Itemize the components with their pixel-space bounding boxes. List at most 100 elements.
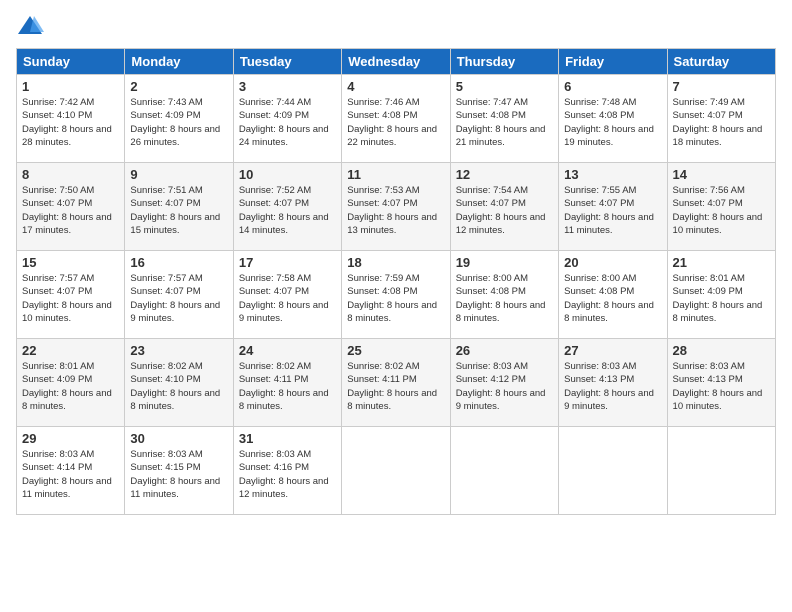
day-info: Sunrise: 8:00 AM Sunset: 4:08 PM Dayligh… [564, 272, 661, 325]
calendar: SundayMondayTuesdayWednesdayThursdayFrid… [16, 48, 776, 515]
day-number: 30 [130, 431, 227, 446]
sunset: Sunset: 4:07 PM [673, 198, 743, 209]
sunset: Sunset: 4:10 PM [130, 374, 200, 385]
day-number: 18 [347, 255, 444, 270]
daylight: Daylight: 8 hours and 8 minutes. [130, 388, 220, 412]
weekday-header-wednesday: Wednesday [342, 49, 450, 75]
day-number: 29 [22, 431, 119, 446]
week-row-2: 8 Sunrise: 7:50 AM Sunset: 4:07 PM Dayli… [17, 163, 776, 251]
day-number: 7 [673, 79, 770, 94]
day-cell: 6 Sunrise: 7:48 AM Sunset: 4:08 PM Dayli… [559, 75, 667, 163]
day-cell: 24 Sunrise: 8:02 AM Sunset: 4:11 PM Dayl… [233, 339, 341, 427]
daylight: Daylight: 8 hours and 8 minutes. [347, 300, 437, 324]
sunset: Sunset: 4:07 PM [239, 286, 309, 297]
day-number: 26 [456, 343, 553, 358]
day-number: 23 [130, 343, 227, 358]
daylight: Daylight: 8 hours and 8 minutes. [239, 388, 329, 412]
day-cell: 29 Sunrise: 8:03 AM Sunset: 4:14 PM Dayl… [17, 427, 125, 515]
day-number: 25 [347, 343, 444, 358]
sunset: Sunset: 4:07 PM [130, 198, 200, 209]
daylight: Daylight: 8 hours and 21 minutes. [456, 124, 546, 148]
sunset: Sunset: 4:11 PM [347, 374, 417, 385]
logo [16, 12, 48, 40]
day-info: Sunrise: 8:03 AM Sunset: 4:13 PM Dayligh… [564, 360, 661, 413]
sunset: Sunset: 4:07 PM [239, 198, 309, 209]
day-info: Sunrise: 7:43 AM Sunset: 4:09 PM Dayligh… [130, 96, 227, 149]
day-info: Sunrise: 8:03 AM Sunset: 4:16 PM Dayligh… [239, 448, 336, 501]
day-cell: 20 Sunrise: 8:00 AM Sunset: 4:08 PM Dayl… [559, 251, 667, 339]
page: SundayMondayTuesdayWednesdayThursdayFrid… [0, 0, 792, 612]
weekday-header-row: SundayMondayTuesdayWednesdayThursdayFrid… [17, 49, 776, 75]
sunset: Sunset: 4:07 PM [456, 198, 526, 209]
day-info: Sunrise: 7:54 AM Sunset: 4:07 PM Dayligh… [456, 184, 553, 237]
sunrise: Sunrise: 8:00 AM [456, 273, 528, 284]
day-number: 8 [22, 167, 119, 182]
sunset: Sunset: 4:09 PM [130, 110, 200, 121]
sunrise: Sunrise: 7:49 AM [673, 97, 745, 108]
day-number: 9 [130, 167, 227, 182]
day-info: Sunrise: 7:56 AM Sunset: 4:07 PM Dayligh… [673, 184, 770, 237]
day-cell: 9 Sunrise: 7:51 AM Sunset: 4:07 PM Dayli… [125, 163, 233, 251]
day-cell: 10 Sunrise: 7:52 AM Sunset: 4:07 PM Dayl… [233, 163, 341, 251]
sunrise: Sunrise: 8:02 AM [347, 361, 419, 372]
day-cell: 14 Sunrise: 7:56 AM Sunset: 4:07 PM Dayl… [667, 163, 775, 251]
sunrise: Sunrise: 8:03 AM [673, 361, 745, 372]
day-number: 3 [239, 79, 336, 94]
day-number: 15 [22, 255, 119, 270]
weekday-header-tuesday: Tuesday [233, 49, 341, 75]
day-cell: 30 Sunrise: 8:03 AM Sunset: 4:15 PM Dayl… [125, 427, 233, 515]
day-info: Sunrise: 8:01 AM Sunset: 4:09 PM Dayligh… [22, 360, 119, 413]
sunrise: Sunrise: 8:03 AM [239, 449, 311, 460]
sunrise: Sunrise: 7:52 AM [239, 185, 311, 196]
day-info: Sunrise: 7:48 AM Sunset: 4:08 PM Dayligh… [564, 96, 661, 149]
sunrise: Sunrise: 8:03 AM [564, 361, 636, 372]
header [16, 12, 776, 40]
sunset: Sunset: 4:08 PM [564, 286, 634, 297]
day-cell: 18 Sunrise: 7:59 AM Sunset: 4:08 PM Dayl… [342, 251, 450, 339]
sunrise: Sunrise: 8:02 AM [130, 361, 202, 372]
daylight: Daylight: 8 hours and 9 minutes. [239, 300, 329, 324]
daylight: Daylight: 8 hours and 28 minutes. [22, 124, 112, 148]
daylight: Daylight: 8 hours and 11 minutes. [130, 476, 220, 500]
daylight: Daylight: 8 hours and 8 minutes. [564, 300, 654, 324]
day-info: Sunrise: 8:02 AM Sunset: 4:10 PM Dayligh… [130, 360, 227, 413]
day-info: Sunrise: 7:57 AM Sunset: 4:07 PM Dayligh… [130, 272, 227, 325]
sunset: Sunset: 4:07 PM [22, 286, 92, 297]
sunset: Sunset: 4:16 PM [239, 462, 309, 473]
day-cell: 15 Sunrise: 7:57 AM Sunset: 4:07 PM Dayl… [17, 251, 125, 339]
sunset: Sunset: 4:09 PM [673, 286, 743, 297]
sunrise: Sunrise: 7:54 AM [456, 185, 528, 196]
day-cell: 2 Sunrise: 7:43 AM Sunset: 4:09 PM Dayli… [125, 75, 233, 163]
sunset: Sunset: 4:09 PM [22, 374, 92, 385]
sunset: Sunset: 4:14 PM [22, 462, 92, 473]
day-info: Sunrise: 7:52 AM Sunset: 4:07 PM Dayligh… [239, 184, 336, 237]
daylight: Daylight: 8 hours and 8 minutes. [347, 388, 437, 412]
daylight: Daylight: 8 hours and 12 minutes. [456, 212, 546, 236]
day-number: 28 [673, 343, 770, 358]
day-info: Sunrise: 8:03 AM Sunset: 4:12 PM Dayligh… [456, 360, 553, 413]
day-number: 27 [564, 343, 661, 358]
day-cell: 28 Sunrise: 8:03 AM Sunset: 4:13 PM Dayl… [667, 339, 775, 427]
weekday-header-saturday: Saturday [667, 49, 775, 75]
sunset: Sunset: 4:15 PM [130, 462, 200, 473]
sunrise: Sunrise: 8:03 AM [130, 449, 202, 460]
day-number: 11 [347, 167, 444, 182]
day-cell: 27 Sunrise: 8:03 AM Sunset: 4:13 PM Dayl… [559, 339, 667, 427]
week-row-5: 29 Sunrise: 8:03 AM Sunset: 4:14 PM Dayl… [17, 427, 776, 515]
day-number: 6 [564, 79, 661, 94]
day-cell [667, 427, 775, 515]
day-cell: 1 Sunrise: 7:42 AM Sunset: 4:10 PM Dayli… [17, 75, 125, 163]
week-row-4: 22 Sunrise: 8:01 AM Sunset: 4:09 PM Dayl… [17, 339, 776, 427]
sunrise: Sunrise: 7:42 AM [22, 97, 94, 108]
daylight: Daylight: 8 hours and 8 minutes. [456, 300, 546, 324]
day-info: Sunrise: 7:59 AM Sunset: 4:08 PM Dayligh… [347, 272, 444, 325]
day-info: Sunrise: 8:03 AM Sunset: 4:13 PM Dayligh… [673, 360, 770, 413]
logo-icon [16, 12, 44, 40]
sunrise: Sunrise: 7:56 AM [673, 185, 745, 196]
sunrise: Sunrise: 7:51 AM [130, 185, 202, 196]
sunset: Sunset: 4:08 PM [347, 110, 417, 121]
sunrise: Sunrise: 8:00 AM [564, 273, 636, 284]
day-cell: 11 Sunrise: 7:53 AM Sunset: 4:07 PM Dayl… [342, 163, 450, 251]
sunset: Sunset: 4:11 PM [239, 374, 309, 385]
daylight: Daylight: 8 hours and 8 minutes. [22, 388, 112, 412]
